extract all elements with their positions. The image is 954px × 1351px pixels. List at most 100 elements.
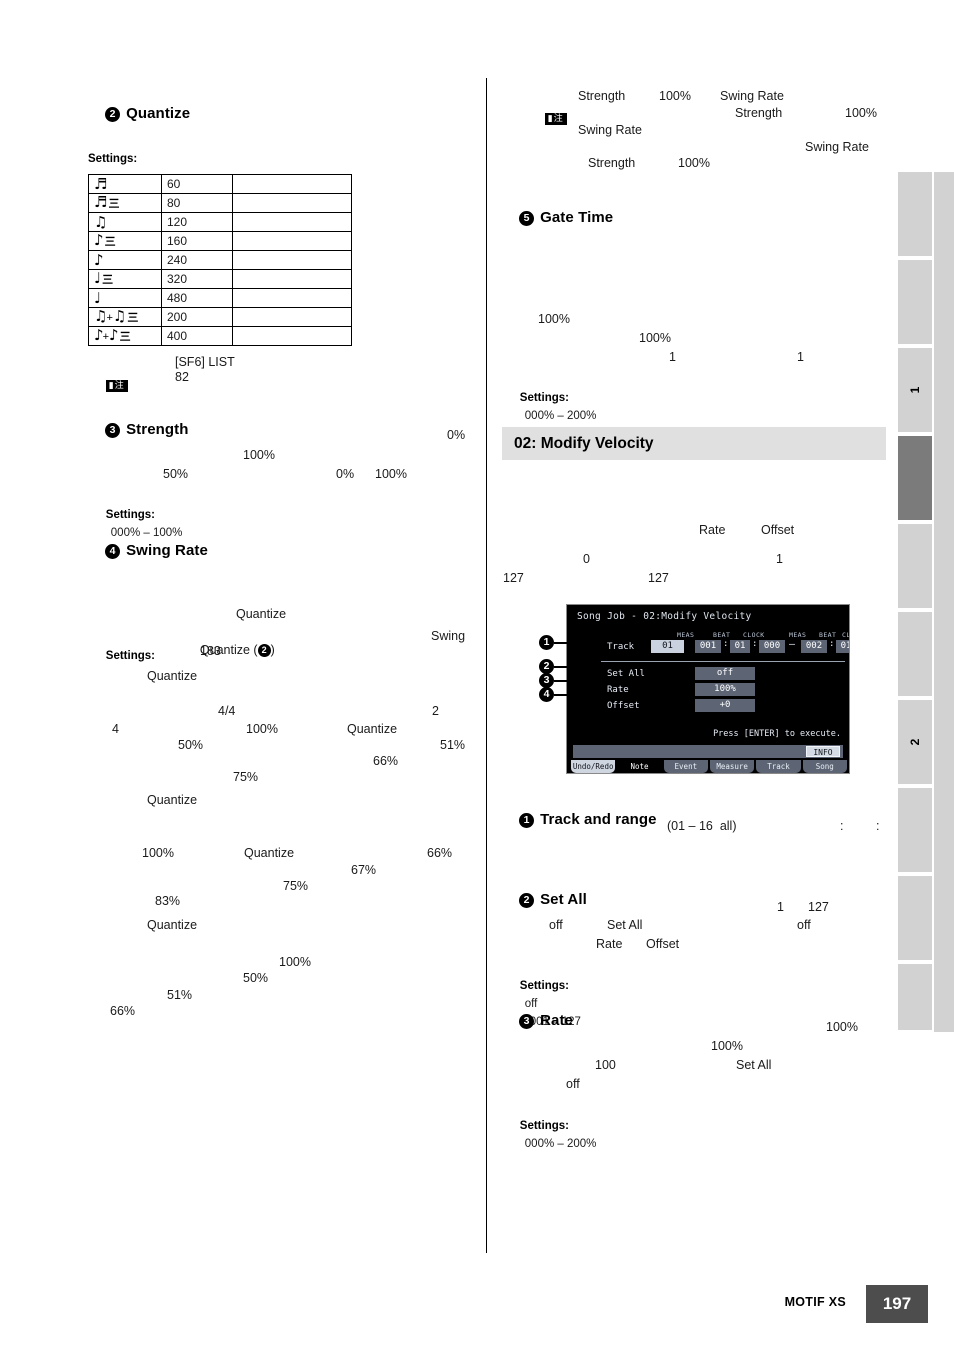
quantize-table-row: ♪+♪ 三 400 (88, 326, 352, 346)
lcd-range-start-clock[interactable]: 000 (759, 640, 785, 653)
bullet-number: 1 (519, 813, 535, 828)
quantize-clock-value: 200 (161, 307, 233, 327)
quantize-note-symbol: ♪ 三 (88, 231, 162, 251)
lcd-tab-song[interactable]: Song (802, 760, 847, 773)
heading-label: Set All (540, 891, 587, 908)
swing-frag-66pct-c: 66% (110, 1004, 136, 1018)
side-tab-5[interactable] (898, 612, 932, 698)
lcd-info-button[interactable]: INFO (806, 746, 840, 757)
lcd-tab-measure[interactable]: Measure (709, 760, 755, 773)
lcd-colon-3: : (829, 639, 835, 649)
quantize-note-symbol: ♫+♫ 三 (88, 307, 162, 327)
quantize-settings-label: Settings: (88, 153, 138, 165)
side-tab-0[interactable] (898, 172, 932, 258)
quantize-description (232, 250, 352, 270)
lcd-track-value[interactable]: 01 (651, 640, 684, 653)
swingnote-frag-swingrate-a: Swing Rate (720, 89, 784, 103)
lcd-tab-undo-redo[interactable]: Undo/Redo (571, 760, 616, 773)
swing-frag-4: 4 (112, 722, 119, 736)
bullet-number: 2 (519, 893, 535, 908)
quantize-clock-value: 480 (161, 288, 233, 308)
column-divider (486, 78, 487, 1253)
side-tab-7[interactable] (898, 788, 932, 874)
lcd-tab-event[interactable]: Event (663, 760, 708, 773)
quantize-clock-value: 400 (161, 326, 233, 346)
lcd-range-end-beat[interactable]: 01 (836, 640, 849, 653)
quantize-description (232, 326, 352, 346)
lcd-param-value-offset[interactable]: +0 (695, 699, 755, 712)
lcd-execute-hint: Press [ENTER] to execute. (713, 729, 841, 739)
swingnote-frag-strength-a: Strength (578, 89, 626, 103)
settings-label: Settings: (105, 650, 155, 662)
lcd-track-label: Track (607, 642, 635, 652)
settings-label: Settings: (105, 509, 155, 521)
section-frag-rate: Rate (699, 523, 726, 537)
heading-swing-rate: 4 Swing Rate (88, 525, 208, 576)
strength-frag-50pct: 50% (163, 467, 189, 481)
swing-frag-quantize-e: Quantize (244, 846, 295, 860)
settings-label: Settings: (519, 392, 569, 404)
strength-frag-100pct: 100% (243, 448, 275, 462)
lcd-tab-bar: Undo/Redo Note Event Measure Track Song (571, 760, 847, 773)
bullet-number: 2 (105, 107, 121, 122)
quantize-description (232, 174, 352, 194)
lcd-range-start-meas[interactable]: 001 (695, 640, 721, 653)
swingnote-frag-strength-c: Strength (588, 156, 636, 170)
swingnote-frag-100pct-a: 100% (659, 89, 691, 103)
swingnote-frag-100pct-b: 100% (845, 106, 877, 120)
quantize-clock-value: 120 (161, 212, 233, 232)
rate-settings: Settings: 000% – 200% (502, 1098, 597, 1170)
swing-frag-100pct-a: 100% (246, 722, 278, 736)
side-tab-4[interactable] (898, 524, 932, 610)
side-tab-label-2: 2 (908, 738, 922, 746)
swingnote-frag-100pct-c: 100% (678, 156, 710, 170)
lcd-param-value-set-all[interactable]: off (695, 667, 755, 680)
side-tab-rail (934, 172, 954, 1032)
quantize-note-symbol: ♪ (88, 250, 162, 270)
lcd-tab-note[interactable]: Note (617, 760, 662, 773)
side-tab-3-active[interactable] (898, 436, 932, 522)
side-tab-label-1: 1 (908, 386, 922, 394)
lcd-param-value-rate[interactable]: 100% (695, 683, 755, 696)
lcd-separator (601, 661, 845, 662)
heading-strength: 3 Strength (88, 404, 189, 455)
section-frag-0: 0 (583, 552, 590, 566)
lcd-colhdr-meas-start: MEAS (677, 631, 695, 639)
side-tab-6[interactable]: 2 (898, 700, 932, 786)
swingnote-frag-swingrate-b: Swing Rate (578, 123, 642, 137)
lcd-colhdr-clock-start: CLOCK (743, 631, 765, 639)
heading-label: Gate Time (540, 209, 614, 226)
quantize-table-row: ♫+♫ 三 200 (88, 307, 352, 327)
gatetime-frag-1-a: 1 (669, 350, 676, 364)
strength-frag-0pct-b: 0% (336, 467, 355, 481)
lcd-range-end-meas[interactable]: 002 (801, 640, 827, 653)
lcd-colon-2: : (752, 639, 758, 649)
lcd-param-label-set-all: Set All (607, 669, 645, 679)
lcd-info-bar: INFO (573, 745, 843, 758)
quantize-description (232, 288, 352, 308)
swing-frag-66pct-b: 66% (427, 846, 453, 860)
quantize-note-symbol: ♬ 三 (88, 193, 162, 213)
footer-brand: MOTIF XS (784, 1295, 846, 1309)
heading-quantize: 2 Quantize (88, 88, 190, 139)
swing-frag-75pct-b: 75% (283, 879, 309, 893)
swingnote-frag-swingrate-c: Swing Rate (805, 140, 869, 154)
side-tab-1[interactable] (898, 260, 932, 346)
quantize-table-row: ♪ 240 (88, 250, 352, 270)
quantize-settings-table: ♬ 60 ♬ 三 80 ♫ 120 ♪ 三 160 ♪ 240 ♩ 三 320 ♩ 480 ♫+♫ 三 200 ♪+♪ 三… (88, 174, 352, 346)
quantize-note-badge: ▮注 (88, 357, 128, 411)
quantize-note-line1: [SF6] LIST (175, 355, 235, 369)
gatetime-frag-100pct-b: 100% (639, 331, 671, 345)
quantize-table-row: ♫ 120 (88, 212, 352, 232)
bullet-number: 3 (519, 1014, 535, 1029)
side-tab-8[interactable] (898, 876, 932, 962)
lcd-tab-track[interactable]: Track (756, 760, 801, 773)
lcd-range-start-beat[interactable]: 01 (730, 640, 750, 653)
swing-settings-page: 183 (200, 644, 221, 658)
callout-leader-1 (554, 642, 580, 644)
bullet-number: 3 (105, 423, 121, 438)
strength-frag-0pct: 0% (447, 428, 466, 442)
lcd-colhdr-meas-end: MEAS (789, 631, 807, 639)
side-tab-2[interactable]: 1 (898, 348, 932, 434)
side-tab-9[interactable] (898, 964, 932, 1032)
